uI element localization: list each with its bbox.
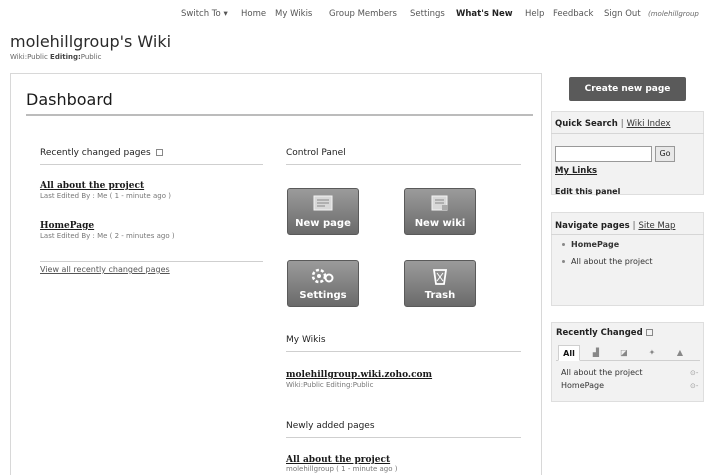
navigate-title: Navigate pages — [555, 221, 630, 231]
wiki-index-link[interactable]: Wiki Index — [627, 119, 671, 129]
trash-icon — [431, 267, 449, 288]
navigate-heading: Navigate pages | Site Map — [555, 221, 675, 231]
recent-page-link[interactable]: All about the project — [40, 181, 144, 191]
bullet-icon — [562, 243, 565, 246]
recent-page-meta: Last Edited By : Me ( 2 - minutes ago ) — [40, 232, 175, 240]
navigate-divider — [551, 234, 704, 235]
recently-changed-title: Recently Changed — [556, 328, 643, 338]
top-nav: Switch To ▾ Home My Wikis Group Members … — [0, 9, 704, 23]
create-new-page-button[interactable]: Create new page — [569, 77, 686, 101]
dashboard-panel: Dashboard Recently changed pages All abo… — [10, 73, 542, 475]
newly-added-link[interactable]: All about the project — [286, 455, 390, 465]
my-wiki-link[interactable]: molehillgroup.wiki.zoho.com — [286, 370, 432, 380]
separator: | — [620, 119, 624, 129]
editing-label: Editing: — [50, 53, 81, 61]
settings-label: Settings — [299, 290, 347, 301]
newly-added-meta: molehillgroup ( 1 - minute ago ) — [286, 465, 398, 473]
quick-search-input[interactable] — [555, 146, 652, 162]
recent-page-link[interactable]: HomePage — [40, 221, 94, 231]
my-wiki-meta: Wiki:Public Editing:Public — [286, 381, 374, 389]
time-icon: ⊙- — [690, 382, 699, 390]
new-wiki-icon — [430, 195, 450, 214]
rss-icon[interactable] — [645, 329, 653, 336]
trash-label: Trash — [424, 290, 456, 301]
tab-users-icon[interactable]: ▲ — [670, 345, 690, 361]
nav-sign-out-link[interactable]: Sign Out — [604, 9, 641, 19]
wiki-title: molehillgroup's Wiki — [10, 32, 172, 51]
recent-heading: Recently changed pages — [40, 148, 163, 158]
nav-feedback-link[interactable]: Feedback — [553, 9, 593, 19]
settings-button[interactable]: Settings — [287, 260, 359, 307]
nav-tree-label: All about the project — [571, 257, 653, 266]
separator: | — [632, 221, 636, 231]
nav-group-members-link[interactable]: Group Members — [329, 9, 397, 19]
nav-home-link[interactable]: Home — [241, 9, 266, 19]
wiki-value: Public — [27, 53, 48, 61]
my-wikis-heading: My Wikis — [286, 335, 326, 345]
newly-added-heading: Newly added pages — [286, 421, 375, 431]
site-map-link[interactable]: Site Map — [638, 221, 675, 231]
tab-images-icon[interactable]: ◪ — [614, 345, 634, 361]
view-all-recent-link[interactable]: View all recently changed pages — [40, 265, 170, 274]
new-wiki-label: New wiki — [414, 218, 466, 229]
switch-to-menu[interactable]: Switch To ▾ — [181, 9, 228, 19]
edit-panel-link[interactable]: Edit this panel — [555, 187, 620, 196]
new-page-button[interactable]: New page — [287, 188, 359, 235]
signed-in-user: (molehillgroup — [648, 10, 699, 18]
gears-icon — [311, 267, 335, 288]
wiki-label: Wiki: — [10, 53, 28, 61]
wiki-permissions: Wiki:Public Editing:Public — [10, 53, 101, 61]
nav-tree-item[interactable]: HomePage — [562, 240, 619, 249]
new-wiki-button[interactable]: New wiki — [404, 188, 476, 235]
recent-bottom-divider — [40, 261, 263, 262]
editing-value: Public — [80, 53, 102, 61]
nav-tree-item[interactable]: All about the project — [562, 257, 653, 266]
dashboard-title: Dashboard — [26, 90, 113, 109]
control-panel-divider — [286, 164, 521, 165]
my-links-link[interactable]: My Links — [555, 166, 597, 176]
quick-search-title: Quick Search — [555, 119, 618, 129]
nav-settings-link[interactable]: Settings — [410, 9, 445, 19]
title-divider — [26, 114, 533, 116]
recent-heading-text: Recently changed pages — [40, 148, 151, 158]
search-divider — [551, 133, 704, 134]
trash-button[interactable]: Trash — [404, 260, 476, 307]
tab-files-icon[interactable]: ✦ — [642, 345, 662, 361]
my-wikis-divider — [286, 351, 521, 352]
recently-changed-tabs: All ▟ ◪ ✦ ▲ — [556, 345, 700, 361]
recent-page-meta: Last Edited By : Me ( 1 - minute ago ) — [40, 192, 171, 200]
rss-icon[interactable] — [155, 149, 163, 156]
nav-tree-label: HomePage — [571, 240, 620, 249]
bullet-icon — [562, 260, 565, 263]
recent-change-item[interactable]: All about the project — [561, 368, 643, 377]
recent-change-item[interactable]: HomePage — [561, 381, 604, 390]
new-page-label: New page — [295, 218, 351, 229]
nav-whats-new-link[interactable]: What's New — [456, 9, 513, 19]
recent-divider — [40, 164, 263, 165]
recently-changed-heading: Recently Changed — [556, 328, 653, 338]
tab-all[interactable]: All — [558, 345, 580, 361]
tab-pages-icon[interactable]: ▟ — [586, 345, 606, 361]
control-panel-heading: Control Panel — [286, 148, 346, 158]
quick-search-heading: Quick Search | Wiki Index — [555, 119, 671, 129]
nav-help-link[interactable]: Help — [525, 9, 544, 19]
nav-my-wikis-link[interactable]: My Wikis — [275, 9, 312, 19]
new-page-icon — [313, 195, 333, 214]
time-icon: ⊙- — [690, 369, 699, 377]
go-button[interactable]: Go — [655, 146, 675, 162]
newly-added-divider — [286, 437, 521, 438]
